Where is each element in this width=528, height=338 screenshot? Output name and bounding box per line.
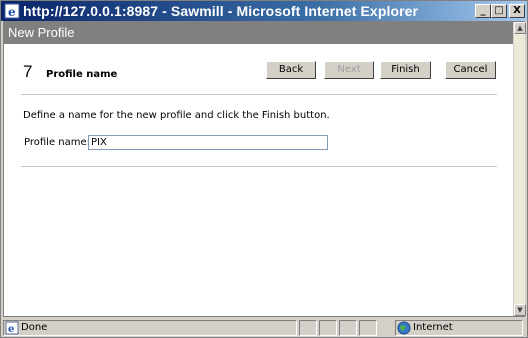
step-title: Profile name	[46, 69, 118, 80]
divider	[21, 94, 497, 95]
ie-icon: e	[4, 3, 20, 19]
cancel-button[interactable]: Cancel	[445, 61, 496, 79]
page-content: New Profile 7 Profile name Back Next Fin…	[3, 21, 526, 317]
status-pane	[339, 320, 357, 336]
status-pane	[319, 320, 337, 336]
scroll-down-icon[interactable]: ▼	[514, 304, 526, 316]
window-title: http://127.0.0.1:8987 - Sawmill - Micros…	[23, 3, 419, 19]
step-number: 7	[23, 62, 33, 81]
page-header: New Profile	[4, 22, 513, 44]
close-button[interactable]: X	[509, 4, 525, 18]
maximize-button[interactable]: □	[491, 4, 507, 18]
profile-name-label: Profile name:	[24, 137, 91, 148]
status-text: Done	[21, 322, 48, 333]
scroll-up-icon[interactable]: ▲	[514, 22, 526, 34]
svg-text:e: e	[8, 5, 16, 19]
status-pane	[359, 320, 377, 336]
status-bar: e Done Internet	[1, 319, 527, 337]
instruction-text: Define a name for the new profile and cl…	[23, 110, 330, 121]
page-done-icon: e	[5, 321, 19, 335]
zone-text: Internet	[413, 322, 453, 333]
minimize-button[interactable]: _	[475, 4, 491, 18]
vertical-scrollbar[interactable]: ▲ ▼	[513, 22, 526, 316]
internet-globe-icon	[397, 321, 411, 335]
browser-window: e http://127.0.0.1:8987 - Sawmill - Micr…	[0, 0, 528, 338]
divider	[21, 166, 497, 167]
next-button[interactable]: Next	[324, 61, 374, 79]
finish-button[interactable]: Finish	[380, 61, 431, 79]
back-button[interactable]: Back	[266, 61, 316, 79]
profile-name-input[interactable]: PIX	[88, 135, 328, 150]
status-pane	[299, 320, 317, 336]
title-bar[interactable]: e http://127.0.0.1:8987 - Sawmill - Micr…	[1, 1, 527, 21]
svg-text:e: e	[8, 324, 14, 335]
